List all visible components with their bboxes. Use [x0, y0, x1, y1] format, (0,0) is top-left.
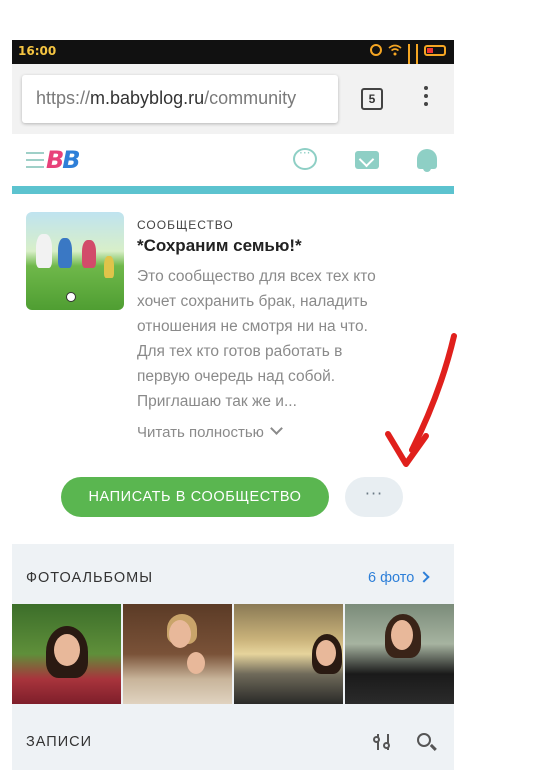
community-label: СООБЩЕСТВО [137, 218, 234, 232]
album-photo-strip [12, 604, 454, 704]
album-photo[interactable] [234, 604, 343, 704]
bell-icon[interactable] [417, 149, 437, 172]
site-header: BB [12, 134, 454, 186]
write-to-community-button[interactable]: НАПИСАТЬ В СООБЩЕСТВО [61, 477, 329, 517]
url-text[interactable]: https://m.babyblog.ru/community [36, 88, 296, 109]
menu-dots-icon[interactable] [416, 86, 436, 112]
chevron-down-icon [270, 422, 283, 435]
albums-count-link[interactable]: 6 фото [368, 570, 430, 586]
url-host: m.babyblog.ru [90, 88, 205, 108]
photo-albums-section: ФОТОАЛЬБОМЫ 6 фото [12, 544, 454, 704]
url-path: /community [204, 88, 297, 108]
status-time: 16:00 [18, 44, 57, 58]
browser-toolbar: https://m.babyblog.ru/community 5 [12, 64, 454, 134]
signal-icon-2 [416, 44, 418, 74]
community-avatar[interactable] [26, 212, 124, 310]
tab-switcher-button[interactable]: 5 [361, 88, 383, 110]
chat-icon[interactable] [293, 146, 317, 170]
album-photo[interactable] [12, 604, 121, 704]
albums-count-label: 6 фото [368, 570, 415, 586]
read-more-link[interactable]: Читать полностью [137, 422, 283, 441]
alarm-icon [370, 44, 382, 56]
read-more-label: Читать полностью [137, 424, 264, 441]
site-logo[interactable]: BB [46, 146, 81, 174]
mail-icon[interactable] [355, 151, 379, 169]
albums-title: ФОТОАЛЬБОМЫ [26, 570, 154, 586]
search-icon[interactable] [417, 733, 431, 747]
chevron-right-icon [418, 571, 430, 583]
album-photo[interactable] [123, 604, 232, 704]
signal-icon [408, 44, 410, 74]
filter-icon[interactable] [373, 732, 394, 752]
status-icons [370, 44, 446, 74]
community-title[interactable]: *Сохраним семью!* [137, 236, 302, 256]
battery-icon [424, 44, 446, 56]
annotation-arrow [385, 333, 457, 467]
wifi-icon [388, 44, 402, 56]
logo-letter-1: B [46, 146, 64, 174]
album-photo[interactable] [345, 604, 454, 704]
logo-letter-2: B [62, 146, 80, 174]
description-line: Это сообщество для всех тех кто [137, 268, 376, 285]
url-scheme: https:// [36, 88, 91, 108]
posts-title: ЗАПИСИ [26, 734, 93, 750]
header-accent-line [12, 186, 454, 194]
description-line: хочет сохранить брак, наладить [137, 293, 368, 310]
status-bar: 16:00 [12, 40, 454, 74]
address-bar[interactable]: https://m.babyblog.ru/community [22, 75, 338, 123]
posts-section: ЗАПИСИ [12, 704, 454, 770]
more-options-button[interactable]: ··· [345, 477, 403, 517]
hamburger-icon[interactable] [26, 152, 44, 168]
